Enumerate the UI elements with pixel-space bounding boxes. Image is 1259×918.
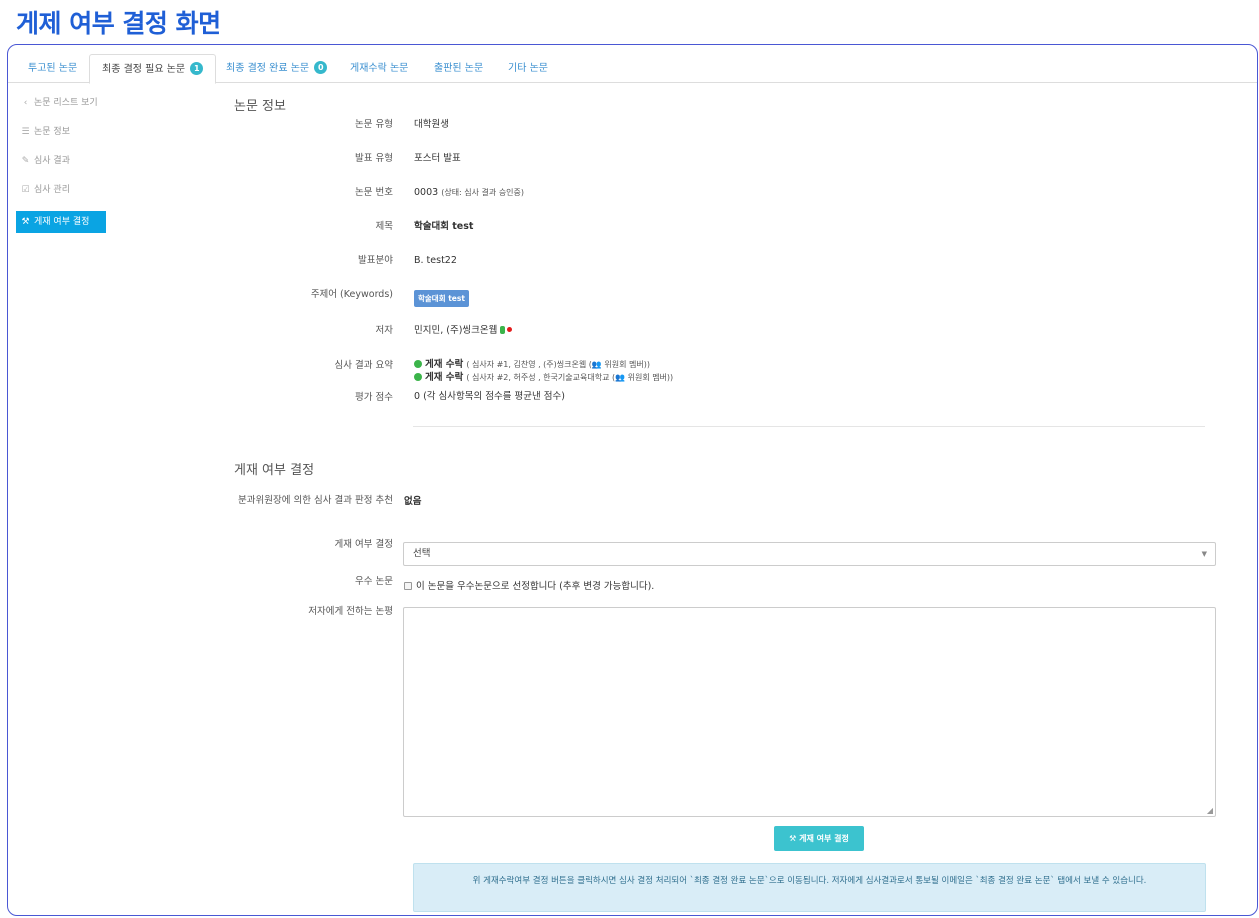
- main-frame: 투고된 논문 최종 결정 필요 논문 1 최종 결정 완료 논문 0 게재수락 …: [7, 44, 1258, 916]
- decision-selected-value: 선택: [413, 548, 431, 559]
- field-value: B. test22: [414, 255, 457, 266]
- sidebar-item-label: 심사 관리: [34, 185, 70, 195]
- field-label: 발표 유형: [355, 153, 393, 164]
- gavel-icon: ⚒: [21, 217, 30, 227]
- comment-textarea[interactable]: ◢: [403, 607, 1216, 817]
- presentation-type-value: 포스터 발표: [414, 153, 461, 164]
- excellent-paper-checkbox[interactable]: [404, 582, 412, 590]
- button-label: 게재 여부 결정: [799, 834, 849, 843]
- corresponding-author-icon: [507, 327, 513, 332]
- tab-bar: 투고된 논문 최종 결정 필요 논문 1 최종 결정 완료 논문 0 게재수락 …: [8, 54, 1257, 84]
- field-label: 평가 점수: [355, 392, 393, 403]
- resize-grip-icon[interactable]: ◢: [1207, 806, 1213, 815]
- review-result: 게재 수락: [425, 372, 464, 383]
- count-badge: 0: [314, 61, 328, 74]
- tab-submitted-papers[interactable]: 투고된 논문: [16, 54, 89, 83]
- review-detail: ( 심사자 #2, 허주성 , 한국기술교육대학교 (👥 위원회 멤버)): [466, 373, 674, 382]
- list-icon: ☰: [21, 127, 30, 137]
- tab-label: 투고된 논문: [28, 63, 78, 74]
- field-label: 게재 여부 결정: [334, 539, 393, 550]
- score-value: 0 (각 심사항목의 점수를 평균낸 점수): [414, 391, 565, 402]
- tab-accepted-papers[interactable]: 게재수락 논문: [338, 54, 420, 83]
- review-result: 게재 수락: [425, 359, 464, 370]
- info-notice: 위 게재수락여부 결정 버튼을 클릭하시면 심사 결정 처리되어 `최종 결정 …: [413, 863, 1206, 912]
- checkbox-label: 이 논문을 우수논문으로 선정합니다 (추후 변경 가능합니다).: [416, 581, 655, 592]
- field-label: 심사 결과 요약: [334, 360, 393, 371]
- sidebar-item-label: 논문 리스트 보기: [34, 98, 98, 108]
- field-label: 제목: [375, 221, 393, 232]
- accept-status-icon: [414, 360, 422, 368]
- paper-type-value: 대학원생: [414, 119, 449, 130]
- chevron-left-icon: ‹: [23, 98, 28, 108]
- section-title-decision: 게재 여부 결정: [234, 463, 315, 478]
- field-label: 저자: [375, 325, 393, 336]
- sidebar-item-label: 게재 여부 결정: [34, 217, 90, 227]
- tab-label: 최종 결정 완료 논문: [226, 63, 310, 74]
- accept-status-icon: [414, 373, 422, 381]
- tab-final-decision-needed[interactable]: 최종 결정 필요 논문 1: [89, 54, 217, 84]
- author-name: 민지민, (주)씽크온웹: [414, 325, 498, 336]
- tab-label: 출판된 논문: [434, 63, 484, 74]
- field-label: 주제어 (Keywords): [310, 289, 393, 300]
- field-label: 논문 번호: [355, 187, 393, 198]
- presenter-mic-icon: [500, 326, 506, 334]
- paper-title-value: 학술대회 test: [414, 221, 474, 232]
- keywords-value: 학술대회 test: [414, 290, 469, 307]
- sidebar-item-label: 논문 정보: [34, 127, 70, 137]
- field-label: 우수 논문: [355, 576, 393, 587]
- sidebar: ‹ 논문 리스트 보기 ☰ 논문 정보 ✎ 심사 결과 ☑ 심사 관리 ⚒ 게재…: [16, 95, 106, 246]
- sidebar-item-review-result[interactable]: ✎ 심사 결과: [16, 153, 106, 169]
- excellent-paper-option: 이 논문을 우수논문으로 선정합니다 (추후 변경 가능합니다).: [404, 580, 654, 593]
- publish-decision-button[interactable]: ⚒ 게재 여부 결정: [774, 826, 864, 851]
- section-divider: [413, 426, 1205, 427]
- paper-number-value: 0003 (상태: 심사 결과 승인중): [414, 186, 524, 199]
- paper-status: (상태: 심사 결과 승인중): [441, 188, 525, 197]
- keyword-tag: 학술대회 test: [414, 290, 469, 307]
- review-line: 게재 수락 ( 심사자 #2, 허주성 , 한국기술교육대학교 (👥 위원회 멤…: [414, 371, 673, 384]
- sidebar-item-publish-decision[interactable]: ⚒ 게재 여부 결정: [16, 211, 106, 233]
- gavel-icon: ⚒: [789, 834, 797, 843]
- check-square-icon: ☑: [21, 185, 30, 195]
- paper-number: 0003: [414, 187, 439, 198]
- tab-final-decision-done[interactable]: 최종 결정 완료 논문 0: [214, 54, 339, 83]
- field-label: 저자에게 전하는 논평: [308, 606, 393, 617]
- tab-label: 기타 논문: [508, 63, 548, 74]
- decision-select[interactable]: 선택 ▼: [403, 542, 1216, 566]
- tab-published-papers[interactable]: 출판된 논문: [422, 54, 495, 83]
- review-line: 게재 수락 ( 심사자 #1, 김찬영 , (주)씽크온웹 (👥 위원회 멤버)…: [414, 358, 673, 371]
- author-value: 민지민, (주)씽크온웹: [414, 324, 513, 337]
- count-badge: 1: [190, 62, 204, 75]
- page-title: 게제 여부 결정 화면: [16, 9, 221, 38]
- tab-other-papers[interactable]: 기타 논문: [496, 54, 560, 83]
- sidebar-item-review-manage[interactable]: ☑ 심사 관리: [16, 182, 106, 198]
- sidebar-item-label: 심사 결과: [34, 156, 70, 166]
- sidebar-item-paper-info[interactable]: ☰ 논문 정보: [16, 124, 106, 140]
- field-label: 분과위원장에 의한 심사 결과 판정 추천: [238, 495, 393, 506]
- recommend-value: 없음: [404, 496, 422, 507]
- tab-label: 최종 결정 필요 논문: [102, 64, 186, 75]
- field-label: 논문 유형: [355, 119, 393, 130]
- sidebar-item-paper-list[interactable]: ‹ 논문 리스트 보기: [16, 95, 106, 111]
- field-label: 발표분야: [358, 255, 393, 266]
- section-title-paper-info: 논문 정보: [234, 99, 286, 114]
- chevron-down-icon: ▼: [1201, 550, 1207, 558]
- review-detail: ( 심사자 #1, 김찬영 , (주)씽크온웹 (👥 위원회 멤버)): [466, 360, 650, 369]
- review-summary-value: 게재 수락 ( 심사자 #1, 김찬영 , (주)씽크온웹 (👥 위원회 멤버)…: [414, 358, 673, 384]
- edit-icon: ✎: [21, 156, 30, 166]
- tab-label: 게재수락 논문: [350, 63, 409, 74]
